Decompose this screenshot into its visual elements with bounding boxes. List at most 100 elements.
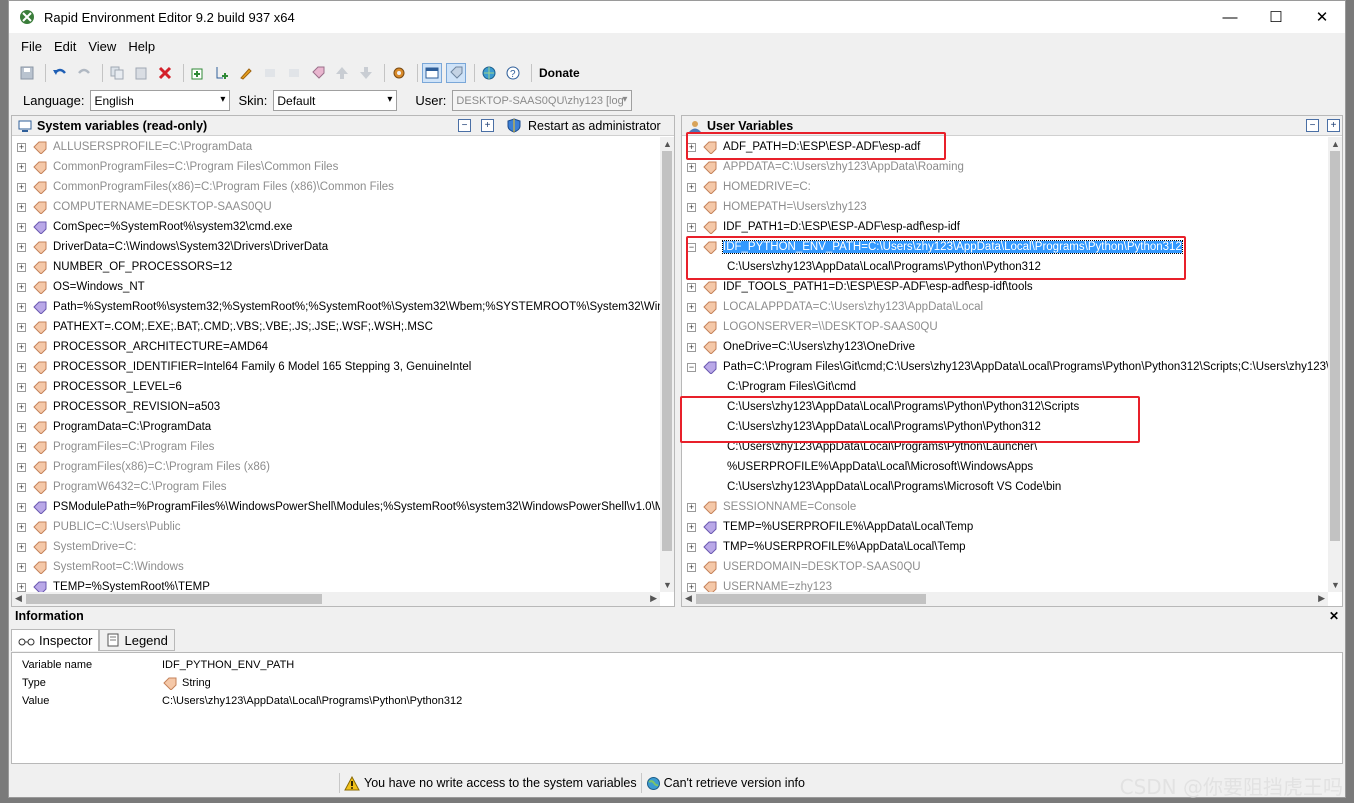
expand-toggle-icon[interactable]: +	[17, 482, 26, 492]
variable-row[interactable]: + LOCALAPPDATA=C:\Users\zhy123\AppData\Lo…	[682, 297, 1328, 317]
variable-row[interactable]: + PATHEXT=.COM;.EXE;.BAT;.CMD;.VBS;.VBE;.…	[12, 317, 660, 337]
system-horizontal-scrollbar[interactable]: ◀ ▶	[12, 592, 660, 606]
user-select[interactable]: DESKTOP-SAAS0QU\zhy123 [log ▾	[452, 90, 633, 111]
variable-row[interactable]: + TMP=%USERPROFILE%\AppData\Local\Temp	[682, 537, 1328, 557]
expand-toggle-icon[interactable]: +	[687, 202, 696, 212]
skin-select[interactable]: Default ▾	[273, 90, 398, 111]
expand-toggle-icon[interactable]: +	[687, 562, 696, 572]
variable-row[interactable]: + ComSpec=%SystemRoot%\system32\cmd.exe	[12, 217, 660, 237]
scroll-left-icon[interactable]: ◀	[15, 593, 22, 604]
expand-toggle-icon[interactable]: +	[17, 362, 26, 372]
restart-admin-button[interactable]: Restart as administrator	[528, 119, 661, 133]
variable-row[interactable]: − IDF_PYTHON_ENV_PATH=C:\Users\zhy123\App…	[682, 237, 1328, 257]
expand-toggle-icon[interactable]: +	[17, 462, 26, 472]
expand-toggle-icon[interactable]: +	[17, 422, 26, 432]
collapse-all-icon[interactable]: −	[458, 119, 471, 132]
expand-toggle-icon[interactable]: +	[17, 522, 26, 532]
variable-row[interactable]: + TEMP=%USERPROFILE%\AppData\Local\Temp	[682, 517, 1328, 537]
expand-toggle-icon[interactable]: +	[687, 342, 696, 352]
expand-toggle-icon[interactable]: +	[17, 382, 26, 392]
variable-row[interactable]: + HOMEPATH=\Users\zhy123	[682, 197, 1328, 217]
settings-icon[interactable]	[389, 63, 409, 83]
user-horizontal-scrollbar[interactable]: ◀ ▶	[682, 592, 1328, 606]
variable-row[interactable]: + SystemRoot=C:\Windows	[12, 557, 660, 577]
undo-icon[interactable]	[50, 63, 70, 83]
expand-toggle-icon[interactable]: +	[17, 142, 26, 152]
tree-child-item[interactable]: C:\Users\zhy123\AppData\Local\Programs\M…	[682, 477, 1328, 497]
variable-row[interactable]: + ProgramData=C:\ProgramData	[12, 417, 660, 437]
variable-row[interactable]: + SystemDrive=C:	[12, 537, 660, 557]
variable-row[interactable]: + TEMP=%SystemRoot%\TEMP	[12, 577, 660, 592]
menu-view[interactable]: View	[88, 39, 116, 54]
variable-row[interactable]: + SESSIONNAME=Console	[682, 497, 1328, 517]
scroll-thumb[interactable]	[662, 151, 672, 551]
expand-toggle-icon[interactable]: +	[17, 222, 26, 232]
tab-legend[interactable]: Legend	[99, 629, 175, 651]
expand-toggle-icon[interactable]: +	[17, 242, 26, 252]
expand-toggle-icon[interactable]: +	[687, 322, 696, 332]
variable-row[interactable]: + CommonProgramFiles=C:\Program Files\Com…	[12, 157, 660, 177]
variable-row[interactable]: + DriverData=C:\Windows\System32\Drivers\…	[12, 237, 660, 257]
variable-row[interactable]: + IDF_PATH1=D:\ESP\ESP-ADF\esp-adf\esp-id…	[682, 217, 1328, 237]
add-variable-icon[interactable]	[188, 63, 208, 83]
expand-all-icon[interactable]: +	[481, 119, 494, 132]
language-select[interactable]: English ▾	[90, 90, 231, 111]
scroll-thumb[interactable]	[696, 594, 926, 604]
variable-row[interactable]: + IDF_TOOLS_PATH1=D:\ESP\ESP-ADF\esp-adf\…	[682, 277, 1328, 297]
collapse-toggle-icon[interactable]: −	[687, 242, 696, 252]
tree-child-item[interactable]: C:\Program Files\Git\cmd	[682, 377, 1328, 397]
expand-toggle-icon[interactable]: +	[17, 302, 26, 312]
variable-row[interactable]: + PROCESSOR_ARCHITECTURE=AMD64	[12, 337, 660, 357]
variable-row[interactable]: + Path=%SystemRoot%\system32;%SystemRoot%…	[12, 297, 660, 317]
redo-icon[interactable]	[74, 63, 94, 83]
tree-child-item[interactable]: C:\Users\zhy123\AppData\Local\Programs\P…	[682, 397, 1328, 417]
collapse-toggle-icon[interactable]: −	[687, 362, 696, 372]
tree-child-item[interactable]: C:\Users\zhy123\AppData\Local\Programs\P…	[682, 437, 1328, 457]
move-up-icon[interactable]	[332, 63, 352, 83]
scroll-thumb[interactable]	[1330, 151, 1340, 541]
system-vertical-scrollbar[interactable]: ▲ ▼	[660, 137, 674, 592]
menu-edit[interactable]: Edit	[54, 39, 76, 54]
paste-icon[interactable]	[131, 63, 151, 83]
help-icon[interactable]: ?	[503, 63, 523, 83]
donate-button[interactable]: Donate	[539, 66, 580, 80]
variable-row[interactable]: + CommonProgramFiles(x86)=C:\Program File…	[12, 177, 660, 197]
scroll-up-icon[interactable]: ▲	[1331, 139, 1340, 149]
tab-inspector[interactable]: Inspector	[11, 629, 100, 651]
variable-row[interactable]: + ALLUSERSPROFILE=C:\ProgramData	[12, 137, 660, 157]
variable-row[interactable]: + PROCESSOR_IDENTIFIER=Intel64 Family 6 M…	[12, 357, 660, 377]
web-icon[interactable]	[479, 63, 499, 83]
close-icon[interactable]: ✕	[1329, 609, 1339, 623]
variable-row[interactable]: + NUMBER_OF_PROCESSORS=12	[12, 257, 660, 277]
scroll-down-icon[interactable]: ▼	[663, 580, 672, 590]
variable-row[interactable]: + PROCESSOR_REVISION=a503	[12, 397, 660, 417]
variable-row[interactable]: + USERDOMAIN=DESKTOP-SAAS0QU	[682, 557, 1328, 577]
expand-toggle-icon[interactable]: +	[17, 282, 26, 292]
variable-row[interactable]: + HOMEDRIVE=C:	[682, 177, 1328, 197]
scroll-thumb[interactable]	[26, 594, 322, 604]
expand-toggle-icon[interactable]: +	[687, 502, 696, 512]
expand-toggle-icon[interactable]: +	[17, 202, 26, 212]
variable-row[interactable]: + APPDATA=C:\Users\zhy123\AppData\Roaming	[682, 157, 1328, 177]
tag-toggle-icon[interactable]	[446, 63, 466, 83]
maximize-button[interactable]: ☐	[1253, 1, 1299, 33]
scroll-up-icon[interactable]: ▲	[663, 139, 672, 149]
variable-row[interactable]: + COMPUTERNAME=DESKTOP-SAAS0QU	[12, 197, 660, 217]
expand-toggle-icon[interactable]: +	[17, 262, 26, 272]
tree-child-item[interactable]: C:\Users\zhy123\AppData\Local\Programs\P…	[682, 257, 1328, 277]
expand-toggle-icon[interactable]: +	[17, 542, 26, 552]
variable-row[interactable]: + PSModulePath=%ProgramFiles%\WindowsPowe…	[12, 497, 660, 517]
info-panel-toggle-icon[interactable]	[422, 63, 442, 83]
expand-toggle-icon[interactable]: +	[17, 402, 26, 412]
expand-toggle-icon[interactable]: +	[17, 502, 26, 512]
variable-row[interactable]: − Path=C:\Program Files\Git\cmd;C:\Users\…	[682, 357, 1328, 377]
save-icon[interactable]	[17, 63, 37, 83]
expand-toggle-icon[interactable]: +	[17, 182, 26, 192]
scroll-left-icon[interactable]: ◀	[685, 593, 692, 604]
scroll-right-icon[interactable]: ▶	[1318, 593, 1325, 604]
tag-icon[interactable]	[308, 63, 328, 83]
variable-row[interactable]: + OneDrive=C:\Users\zhy123\OneDrive	[682, 337, 1328, 357]
variable-row[interactable]: + ProgramW6432=C:\Program Files	[12, 477, 660, 497]
variable-row[interactable]: + PUBLIC=C:\Users\Public	[12, 517, 660, 537]
expand-toggle-icon[interactable]: +	[17, 582, 26, 592]
